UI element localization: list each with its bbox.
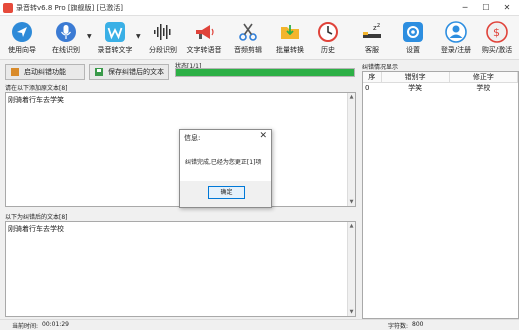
column-header[interactable]: 修正字 (449, 72, 519, 83)
app-logo-icon (3, 3, 13, 13)
tool-text-to-speech[interactable]: 文字转语音 (182, 19, 226, 59)
input-text: 刚骑着行车去学笑 (8, 96, 64, 104)
output-scrollbar[interactable]: ▲ ▼ (347, 222, 355, 316)
tool-guide[interactable]: 使用向导 (0, 19, 44, 59)
close-button[interactable]: ✕ (497, 1, 517, 14)
sleep-bed-icon: zz (363, 22, 381, 38)
megaphone-icon (196, 25, 214, 39)
status-bar: 当前时间: 00:01:29 字符数: 800 (0, 319, 519, 330)
tool-label: 使用向导 (8, 46, 36, 54)
waveform-icon (154, 24, 171, 40)
ok-button[interactable]: 确定 (208, 186, 245, 199)
scroll-up-icon[interactable]: ▲ (348, 93, 355, 101)
svg-text:$: $ (493, 26, 500, 39)
folder-icon (281, 25, 299, 39)
tool-label: 历史 (321, 46, 335, 54)
maximize-button[interactable]: ☐ (476, 1, 496, 14)
main-toolbar: 使用向导 在线识别 ▼ 录音转文字 ▼ 分段识别 文字转语音 音频剪辑 批量转换… (0, 16, 519, 60)
w-logo-icon (105, 22, 125, 42)
tool-segment-recognition[interactable]: 分段识别 (141, 19, 185, 59)
tool-audio-edit[interactable]: 音频剪辑 (226, 19, 270, 59)
start-correction-button[interactable]: 启动纠错功能 (5, 64, 85, 80)
column-header[interactable]: 序 (363, 72, 382, 83)
correction-table: 序 错别字 修正字 0 学笑 学校 (363, 72, 519, 94)
progress-bar (175, 68, 355, 77)
user-icon (445, 21, 467, 43)
tool-purchase-activate[interactable]: $ 购买/激活 (475, 19, 519, 59)
tool-label: 录音转文字 (97, 46, 133, 54)
progress-fill (176, 69, 354, 76)
window-title: 录音转v6.8 Pro [旗舰版] [已激活] (16, 4, 123, 12)
tool-label: 客服 (365, 46, 379, 54)
dropdown-arrow-icon[interactable]: ▼ (87, 33, 92, 40)
settings-icon (403, 22, 423, 42)
dialog-close-icon[interactable]: ✕ (259, 131, 267, 141)
scroll-down-icon[interactable]: ▼ (348, 308, 355, 316)
tool-online-recognition[interactable]: 在线识别 (44, 19, 88, 59)
history-icon (318, 22, 338, 42)
tool-login-register[interactable]: 登录/注册 (434, 19, 478, 59)
save-corrected-text-button[interactable]: 保存纠错后的文本 (89, 64, 169, 80)
tool-audio-to-text[interactable]: 录音转文字 (93, 19, 137, 59)
table-row[interactable]: 0 学笑 学校 (363, 83, 518, 94)
char-count-value: 800 (412, 321, 424, 328)
char-count-label: 字符数: (388, 323, 409, 330)
tool-icon (11, 68, 19, 76)
coin-icon: $ (486, 21, 508, 43)
table-cell: 学笑 (408, 84, 423, 92)
microphone-icon (56, 22, 76, 42)
output-section-label: 以下为纠错后的文本[8] (5, 214, 68, 221)
panel-title: 纠错情况显示 (362, 64, 399, 71)
tool-label: 分段识别 (149, 46, 177, 54)
time-label: 当前时间: (12, 323, 39, 330)
scroll-up-icon[interactable]: ▲ (348, 222, 355, 230)
tool-label: 购买/激活 (481, 46, 513, 54)
tool-label: 音频剪辑 (234, 46, 262, 54)
scroll-down-icon[interactable]: ▼ (348, 198, 355, 206)
tool-history[interactable]: 历史 (306, 19, 350, 59)
correction-panel: 序 错别字 修正字 0 学笑 学校 (362, 71, 519, 319)
tool-customer-service[interactable]: zz 客服 (350, 19, 394, 59)
tool-label: 设置 (406, 46, 420, 54)
tool-label: 登录/注册 (440, 46, 472, 54)
table-cell: 0 (365, 84, 370, 92)
output-text: 刚骑着行车去学校 (8, 225, 64, 233)
table-cell: 学校 (476, 84, 491, 92)
navigation-arrow-icon (12, 22, 32, 42)
tool-settings[interactable]: 设置 (391, 19, 435, 59)
svg-text:z: z (377, 22, 380, 29)
title-bar: 录音转v6.8 Pro [旗舰版] [已激活] ─ ☐ ✕ (0, 0, 519, 16)
time-value: 00:01:29 (42, 321, 69, 328)
minimize-button[interactable]: ─ (455, 1, 475, 14)
dialog-footer: 确定 (180, 181, 271, 207)
dropdown-arrow-icon[interactable]: ▼ (136, 33, 141, 40)
input-section-label: 请在以下添加原文本[8] (5, 85, 68, 92)
scissors-icon (239, 23, 257, 41)
tool-label: 在线识别 (52, 46, 80, 54)
column-header[interactable]: 错别字 (381, 72, 450, 83)
tool-label: 文字转语音 (186, 46, 222, 54)
output-textarea[interactable]: 刚骑着行车去学校 ▲ ▼ (5, 221, 356, 317)
dialog-message: 纠错完成,已经为您更正[1]项 (185, 159, 262, 166)
dialog-title: 信息: (184, 134, 201, 142)
info-dialog: 信息: ✕ 纠错完成,已经为您更正[1]项 确定 (179, 129, 272, 208)
save-icon (95, 68, 103, 76)
input-scrollbar[interactable]: ▲ ▼ (347, 93, 355, 206)
